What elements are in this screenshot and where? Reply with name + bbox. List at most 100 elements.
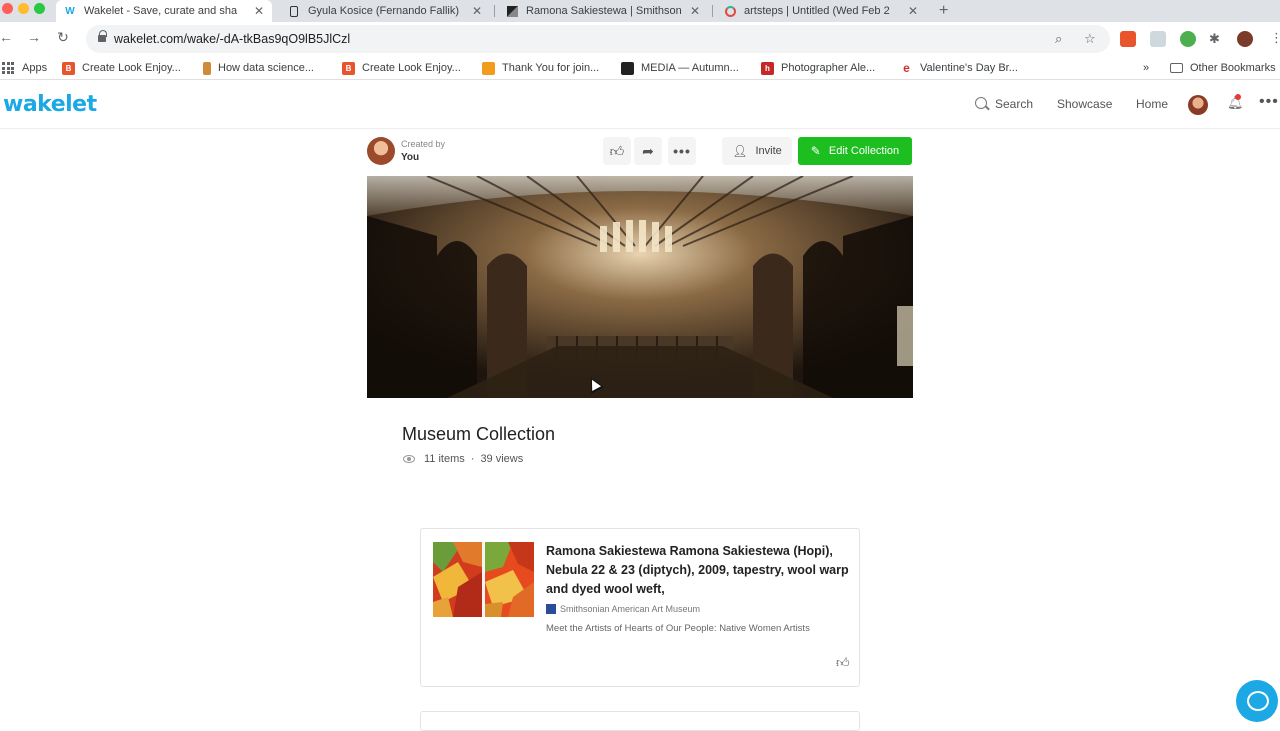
tab-artsteps[interactable]: artsteps | Untitled (Wed Feb 2 ✕ (716, 0, 926, 22)
bookmark-star-icon[interactable]: ☆ (1084, 31, 1096, 47)
tab-wakelet[interactable]: W Wakelet - Save, curate and sha ✕ (56, 0, 272, 22)
wakelet-favicon-icon: W (65, 5, 75, 17)
window-close-dot[interactable] (2, 3, 13, 14)
bookmark-label: Photographer Ale... (781, 62, 876, 74)
bookmark-label: Other Bookmarks (1190, 62, 1276, 74)
add-person-icon: 👤︎ (732, 144, 748, 158)
tab-ramona-sakiestewa[interactable]: Ramona Sakiestewa | Smithson ✕ (498, 0, 708, 22)
profile-avatar-icon[interactable] (1237, 31, 1253, 47)
chat-support-icon[interactable] (1236, 680, 1278, 722)
next-item-card[interactable] (420, 711, 860, 731)
creator-name[interactable]: You (401, 152, 419, 163)
collection-cover-image (367, 176, 913, 398)
item-source[interactable]: Smithsonian American Art Museum (546, 604, 700, 614)
item-like-thumbs-up-icon[interactable]: 👍︎ (836, 655, 850, 671)
tab-title: artsteps | Untitled (Wed Feb 2 (744, 5, 890, 17)
museum-hall-illustration (367, 176, 913, 398)
tab-close-icon[interactable]: ✕ (254, 4, 264, 18)
bookmark-media-autumn[interactable]: MEDIA — Autumn... (621, 60, 739, 76)
nav-showcase[interactable]: Showcase (1057, 97, 1112, 111)
forward-arrow-icon[interactable]: → (25, 29, 43, 45)
browser-tab-strip: W Wakelet - Save, curate and sha ✕ Gyula… (0, 0, 1280, 22)
tab-gyula-kosice[interactable]: Gyula Kosice (Fernando Fallik) ✕ (280, 0, 490, 22)
page-favicon-icon: e (900, 61, 913, 75)
reload-icon[interactable]: ↻ (54, 29, 72, 46)
item-title[interactable]: Ramona Sakiestewa Ramona Sakiestewa (Hop… (546, 542, 851, 599)
bookmarks-overflow-chevron[interactable]: » (1143, 60, 1149, 76)
bookmark-label: MEDIA — Autumn... (641, 62, 739, 74)
bookmarks-bar: Apps B Create Look Enjoy... How data sci… (0, 56, 1280, 80)
address-bar[interactable]: wakelet.com/wake/-dA-tkBas9qO9lB5JlCzl ⌕… (86, 25, 1110, 53)
browser-menu-icon[interactable]: ⋮ (1270, 30, 1280, 46)
new-tab-plus-icon[interactable]: + (939, 0, 948, 22)
creator-avatar[interactable] (367, 137, 395, 165)
extension-edit-icon[interactable] (1150, 31, 1166, 47)
user-avatar[interactable] (1188, 95, 1208, 115)
wakelet-logo[interactable]: wakelet (3, 92, 97, 117)
nav-home[interactable]: Home (1136, 97, 1168, 111)
extensions-puzzle-icon[interactable]: ✱ (1209, 31, 1220, 47)
page-favicon-icon (621, 61, 634, 75)
edit-collection-label: Edit Collection (828, 145, 900, 157)
tab-close-icon[interactable]: ✕ (908, 4, 918, 18)
more-actions-button[interactable]: ••• (668, 137, 696, 165)
tab-title: Gyula Kosice (Fernando Fallik) (308, 5, 460, 17)
search-icon[interactable] (975, 97, 987, 109)
folder-icon (1170, 63, 1183, 73)
page-favicon-icon (288, 5, 300, 17)
bookmark-label: Valentine's Day Br... (920, 62, 1018, 74)
bookmark-valentines[interactable]: e Valentine's Day Br... (900, 60, 1018, 76)
created-by-label: Created by (401, 139, 446, 149)
bookmark-label: Create Look Enjoy... (82, 62, 181, 74)
collection-item-card[interactable]: Ramona Sakiestewa Ramona Sakiestewa (Hop… (420, 528, 860, 687)
bookmark-create-look-enjoy-1[interactable]: B Create Look Enjoy... (62, 60, 181, 76)
extension-green-icon[interactable] (1180, 31, 1196, 47)
extension-off-icon[interactable] (1120, 31, 1136, 47)
url-text[interactable]: wakelet.com/wake/-dA-tkBas9qO9lB5JlCzl (114, 32, 350, 46)
bookmark-label: Create Look Enjoy... (362, 62, 461, 74)
lock-icon (98, 30, 107, 43)
views-count: 39 views (480, 453, 524, 465)
smithsonian-source-icon (546, 604, 556, 614)
zoom-magnifier-icon[interactable]: ⌕ (1055, 31, 1062, 47)
share-arrow-icon: ➦ (642, 142, 654, 159)
tab-separator (712, 5, 713, 17)
bookmark-thank-you[interactable]: Thank You for join... (482, 60, 599, 76)
bookmark-photographer[interactable]: h Photographer Ale... (761, 60, 875, 76)
like-button[interactable]: 👍︎ (603, 137, 631, 165)
invite-button[interactable]: 👤︎ Invite (722, 137, 792, 165)
pencil-icon: ✎ (810, 144, 821, 158)
browser-toolbar: ← → ↻ wakelet.com/wake/-dA-tkBas9qO9lB5J… (0, 22, 1280, 56)
bookmark-label: Apps (22, 62, 48, 74)
bookmark-how-data-science[interactable]: How data science... (203, 60, 314, 76)
bookmark-apps[interactable]: Apps (2, 60, 47, 76)
artsteps-favicon-icon (724, 5, 736, 17)
collection-title: Museum Collection (402, 424, 556, 444)
tapestry-diptych-image (433, 542, 534, 617)
items-count: 11 items (424, 453, 465, 465)
back-arrow-icon[interactable]: ← (0, 29, 15, 45)
item-description: Meet the Artists of Hearts of Our People… (546, 623, 810, 634)
other-bookmarks[interactable]: Other Bookmarks (1170, 60, 1276, 76)
bookmark-create-look-enjoy-2[interactable]: B Create Look Enjoy... (342, 60, 461, 76)
tab-close-icon[interactable]: ✕ (690, 4, 700, 18)
tab-title: Ramona Sakiestewa | Smithson (526, 5, 682, 17)
item-source-label: Smithsonian American Art Museum (560, 604, 701, 614)
nav-search[interactable]: Search (995, 97, 1033, 111)
more-options-icon[interactable]: ••• (1259, 93, 1279, 111)
item-thumbnail[interactable] (433, 542, 534, 617)
ellipsis-icon: ••• (673, 143, 691, 159)
apps-grid-icon (2, 62, 14, 74)
bookmark-label: Thank You for join... (502, 62, 600, 74)
collection-meta: 11 items · 39 views (403, 453, 523, 465)
edit-collection-button[interactable]: ✎ Edit Collection (798, 137, 912, 165)
window-zoom-dot[interactable] (34, 3, 45, 14)
window-minimize-dot[interactable] (18, 3, 29, 14)
tab-close-icon[interactable]: ✕ (472, 4, 482, 18)
tab-separator (494, 5, 495, 17)
page-favicon-icon (482, 61, 495, 75)
page-favicon-icon: h (761, 61, 774, 75)
blogger-favicon-icon: B (62, 61, 75, 75)
share-button[interactable]: ➦ (634, 137, 662, 165)
visibility-eye-icon (403, 455, 415, 463)
